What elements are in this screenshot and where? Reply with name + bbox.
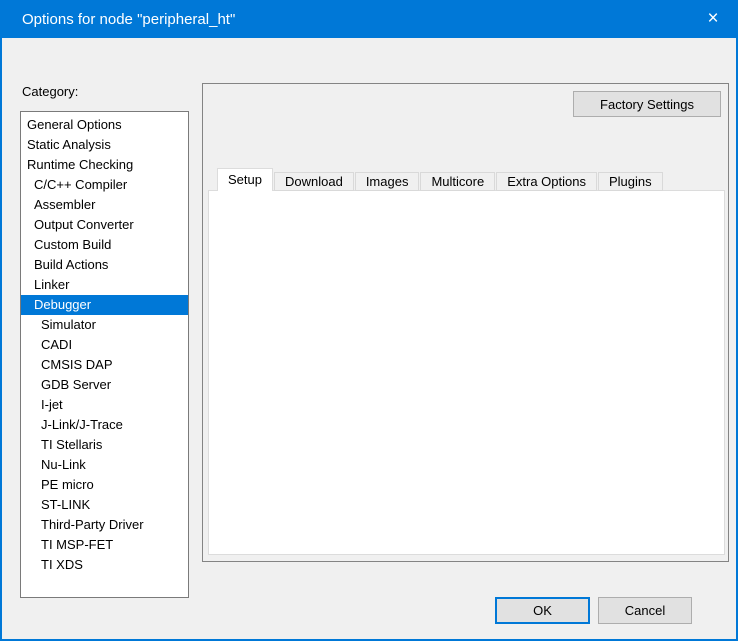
tab-plugins[interactable]: Plugins (598, 172, 663, 191)
category-item-linker[interactable]: Linker (21, 275, 188, 295)
tab-extra-options[interactable]: Extra Options (496, 172, 597, 191)
category-item-simulator[interactable]: Simulator (21, 315, 188, 335)
category-item-build-actions[interactable]: Build Actions (21, 255, 188, 275)
setup-tab-page (208, 190, 725, 555)
ok-button[interactable]: OK (495, 597, 590, 624)
category-item-ti-msp-fet[interactable]: TI MSP-FET (21, 535, 188, 555)
tab-multicore[interactable]: Multicore (420, 172, 495, 191)
tab-strip: SetupDownloadImagesMulticoreExtra Option… (217, 168, 664, 191)
category-item-assembler[interactable]: Assembler (21, 195, 188, 215)
category-item-i-jet[interactable]: I-jet (21, 395, 188, 415)
tab-download[interactable]: Download (274, 172, 354, 191)
category-listbox[interactable]: General OptionsStatic AnalysisRuntime Ch… (20, 111, 189, 598)
category-label: Category: (22, 84, 78, 99)
category-item-third-party-driver[interactable]: Third-Party Driver (21, 515, 188, 535)
category-item-gdb-server[interactable]: GDB Server (21, 375, 188, 395)
factory-settings-button[interactable]: Factory Settings (573, 91, 721, 117)
options-dialog: Options for node "peripheral_ht" × Categ… (0, 0, 738, 641)
category-item-output-converter[interactable]: Output Converter (21, 215, 188, 235)
category-item-st-link[interactable]: ST-LINK (21, 495, 188, 515)
category-item-runtime-checking[interactable]: Runtime Checking (21, 155, 188, 175)
title-bar: Options for node "peripheral_ht" × (2, 2, 736, 38)
category-item-static-analysis[interactable]: Static Analysis (21, 135, 188, 155)
category-item-c-c-compiler[interactable]: C/C++ Compiler (21, 175, 188, 195)
category-item-cadi[interactable]: CADI (21, 335, 188, 355)
category-item-pe-micro[interactable]: PE micro (21, 475, 188, 495)
tab-images[interactable]: Images (355, 172, 420, 191)
category-item-j-link-j-trace[interactable]: J-Link/J-Trace (21, 415, 188, 435)
category-item-general-options[interactable]: General Options (21, 115, 188, 135)
window-title: Options for node "peripheral_ht" (22, 2, 235, 38)
close-icon: × (707, 8, 718, 29)
cancel-button[interactable]: Cancel (598, 597, 692, 624)
category-item-custom-build[interactable]: Custom Build (21, 235, 188, 255)
category-item-nu-link[interactable]: Nu-Link (21, 455, 188, 475)
close-button[interactable]: × (690, 2, 736, 38)
tab-setup[interactable]: Setup (217, 168, 273, 191)
category-item-ti-xds[interactable]: TI XDS (21, 555, 188, 575)
category-item-ti-stellaris[interactable]: TI Stellaris (21, 435, 188, 455)
category-item-debugger[interactable]: Debugger (21, 295, 188, 315)
category-item-cmsis-dap[interactable]: CMSIS DAP (21, 355, 188, 375)
